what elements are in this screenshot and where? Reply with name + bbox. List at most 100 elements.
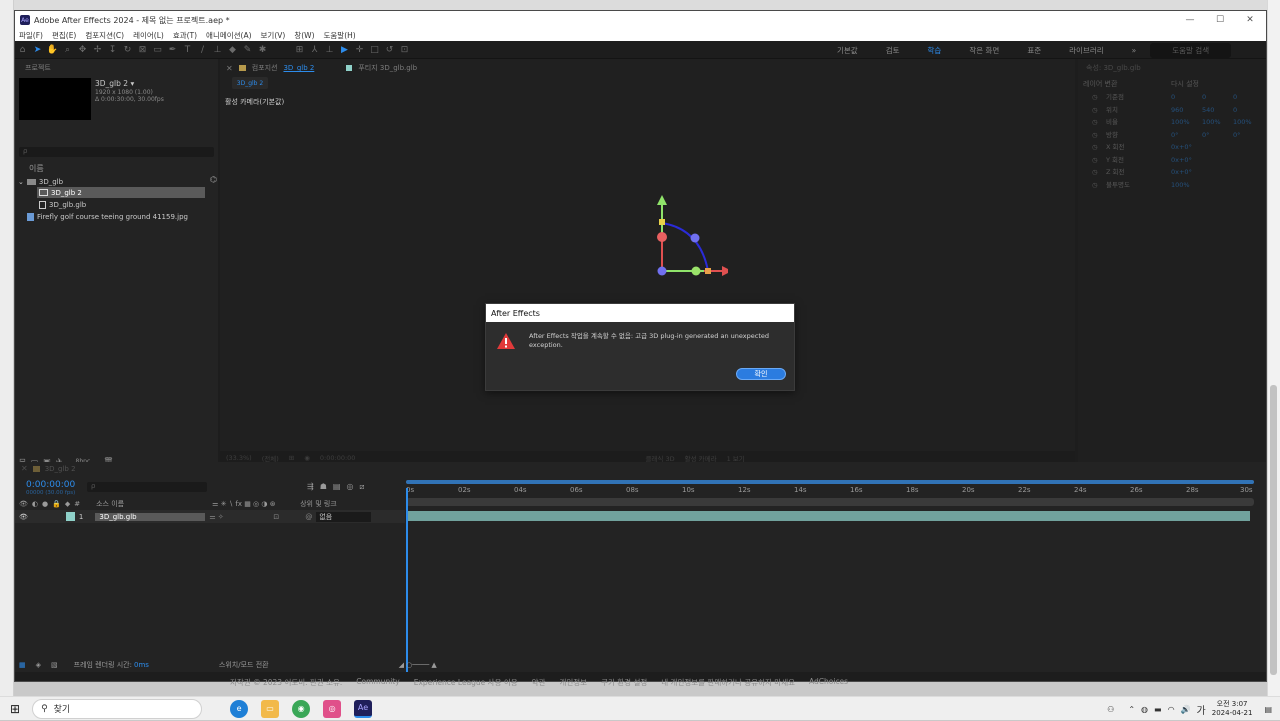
close-button[interactable]: ✕	[1235, 11, 1265, 29]
frame-render-icon[interactable]: ▧	[51, 661, 58, 669]
gizmo-icon[interactable]: ✛	[354, 44, 365, 55]
world-axis-icon[interactable]: ⊥	[324, 44, 335, 55]
layer-in-out-icon[interactable]: ◈	[36, 661, 41, 669]
layer-name[interactable]: 3D_glb.glb	[95, 512, 206, 521]
zoom-tool-icon[interactable]: ⌕	[62, 44, 73, 55]
grid-icon[interactable]: ⊞	[289, 454, 294, 462]
parent-dropdown[interactable]: 없음	[316, 511, 372, 522]
flowchart-icon[interactable]: ⌬	[210, 175, 217, 184]
project-search-input[interactable]: ρ	[19, 147, 214, 157]
stopwatch-icon[interactable]: ◷	[1092, 166, 1106, 179]
gizmo-x-arrow-icon[interactable]	[722, 266, 728, 276]
after-effects-taskbar-icon[interactable]: Ae	[354, 699, 373, 718]
view-axis-icon[interactable]: ▶	[339, 44, 350, 55]
creative-cloud-icon[interactable]: ◎	[323, 699, 342, 718]
render-icon[interactable]: ▦	[19, 661, 26, 669]
magnification-dropdown[interactable]: (33.3%)	[226, 454, 252, 462]
start-button-icon[interactable]: ⊞	[10, 702, 20, 716]
footer-link[interactable]: 개인정보	[559, 677, 587, 689]
taskbar-search[interactable]: ⚲ 찾기	[32, 698, 203, 719]
layer-row[interactable]: 👁 1 3D_glb.glb ⚌ ✧ ⊡ @ 없음	[15, 510, 405, 523]
eraser-tool-icon[interactable]: ◆	[227, 44, 238, 55]
people-icon[interactable]: ⚇	[1107, 705, 1114, 714]
graph-editor-icon[interactable]: ⧄	[359, 482, 364, 492]
gizmo-green-handle[interactable]	[691, 266, 701, 276]
gizmo-y-arrow-icon[interactable]	[657, 195, 667, 205]
brush-tool-icon[interactable]: ∕	[197, 44, 208, 55]
battery-icon[interactable]: ▬	[1154, 705, 1162, 714]
snap-icon[interactable]: ⊞	[294, 44, 305, 55]
rotate-tool-icon[interactable]: ↻	[122, 44, 133, 55]
network-icon[interactable]: ◠	[1168, 705, 1175, 714]
current-time-display[interactable]: 0:00:00:00	[320, 454, 356, 462]
ime-indicator[interactable]: 가	[1197, 702, 1206, 717]
footer-link[interactable]: Community	[356, 677, 399, 689]
roto-tool-icon[interactable]: ✎	[242, 44, 253, 55]
comp-breadcrumb[interactable]: 3D_glb 2	[232, 77, 268, 89]
playhead[interactable]	[406, 488, 408, 672]
project-row-comp[interactable]: 3D_glb 2	[37, 187, 205, 198]
orbit-tool-icon[interactable]: ✥	[77, 44, 88, 55]
ok-button[interactable]: 확인	[736, 368, 786, 380]
anchor-tool-icon[interactable]: ⊠	[137, 44, 148, 55]
menu-composition[interactable]: 컴포지션(C)	[85, 30, 124, 41]
pan-tool-icon[interactable]: ✢	[92, 44, 103, 55]
workspace-libraries[interactable]: 라이브러리	[1055, 45, 1118, 56]
stopwatch-icon[interactable]: ◷	[1092, 91, 1106, 104]
stopwatch-icon[interactable]: ◷	[1092, 154, 1106, 167]
puppet-tool-icon[interactable]: ✱	[257, 44, 268, 55]
menu-layer[interactable]: 레이어(L)	[133, 30, 164, 41]
selection-tool-icon[interactable]: ➤	[32, 44, 43, 55]
stopwatch-icon[interactable]: ◷	[1092, 129, 1106, 142]
text-tool-icon[interactable]: T	[182, 44, 193, 55]
footer-link[interactable]: Experience League 사용 이용	[414, 677, 518, 689]
help-search-input[interactable]: 도움말 검색	[1150, 42, 1232, 58]
layer-switches-icon[interactable]: ⚌ ✧	[209, 513, 269, 521]
minimize-button[interactable]: —	[1175, 11, 1205, 29]
video-toggle-icon[interactable]: 👁	[19, 500, 28, 508]
solo-toggle-icon[interactable]: ●	[42, 500, 48, 508]
clone-tool-icon[interactable]: ⊥	[212, 44, 223, 55]
gizmo-rotation-arc[interactable]	[661, 222, 709, 272]
pickwhip-icon[interactable]: @	[305, 513, 312, 521]
camera-gizmo-icon[interactable]: □	[369, 44, 380, 55]
notifications-icon[interactable]: ▤	[1264, 705, 1272, 714]
layer-label-color[interactable]	[65, 512, 75, 521]
audio-toggle-icon[interactable]: ◐	[32, 500, 38, 508]
project-column-name[interactable]: 이름	[29, 163, 44, 174]
workspace-default[interactable]: 기본값	[823, 45, 872, 56]
3d-gizmo[interactable]	[638, 193, 728, 285]
workspace-learn[interactable]: 학습	[914, 45, 956, 56]
comp-mini-flowchart-icon[interactable]: ⇶	[307, 482, 314, 492]
workspace-standard[interactable]: 표준	[1013, 45, 1055, 56]
rotate-gizmo-icon[interactable]: ↺	[384, 44, 395, 55]
close-timeline-tab-icon[interactable]: ✕	[21, 464, 28, 473]
time-ruler[interactable]: 0s 02s 04s 06s 08s 10s 12s 14s 16s 18s 2…	[406, 480, 1254, 498]
stopwatch-icon[interactable]: ◷	[1092, 116, 1106, 129]
project-tab[interactable]: 프로젝트	[25, 63, 51, 73]
menu-view[interactable]: 보기(V)	[261, 30, 286, 41]
parent-link-header[interactable]: 상위 및 링크	[300, 499, 337, 509]
work-area-range[interactable]	[406, 480, 1254, 484]
label-icon[interactable]: ◆	[65, 500, 70, 508]
properties-tab[interactable]: 속성: 3D_glb.glb	[1086, 63, 1141, 73]
menu-edit[interactable]: 편집(E)	[52, 30, 76, 41]
rectangle-tool-icon[interactable]: ▭	[152, 44, 163, 55]
timeline-zoom-bar[interactable]	[406, 498, 1254, 506]
footage-tab[interactable]: 푸티지 3D_glb.glb	[358, 63, 417, 73]
toggle-switches-modes[interactable]: 스위치/모드 전환	[219, 660, 269, 670]
switches-header-icon[interactable]: ⚌ ✳ ∖ fx ▦ ◎ ◑ ⊛	[212, 500, 296, 508]
source-name-header[interactable]: 소스 이름	[96, 499, 208, 509]
folder-disclosure-icon[interactable]: ⌄	[18, 178, 24, 186]
menu-effect[interactable]: 효과(T)	[173, 30, 197, 41]
edge-icon[interactable]: e	[230, 699, 249, 718]
layer-duration-bar[interactable]	[408, 511, 1250, 521]
workspace-review[interactable]: 검토	[872, 45, 914, 56]
shy-layers-icon[interactable]: ☗	[320, 482, 327, 492]
axis-icon[interactable]: ⅄	[309, 44, 320, 55]
project-item-name[interactable]: 3D_glb 2 ▾	[95, 79, 134, 88]
layer-video-icon[interactable]: 👁	[19, 513, 28, 521]
gizmo-red-handle[interactable]	[657, 232, 667, 242]
gizmo-blue-handle[interactable]	[690, 233, 700, 243]
gizmo-yellow-square[interactable]	[659, 219, 665, 225]
